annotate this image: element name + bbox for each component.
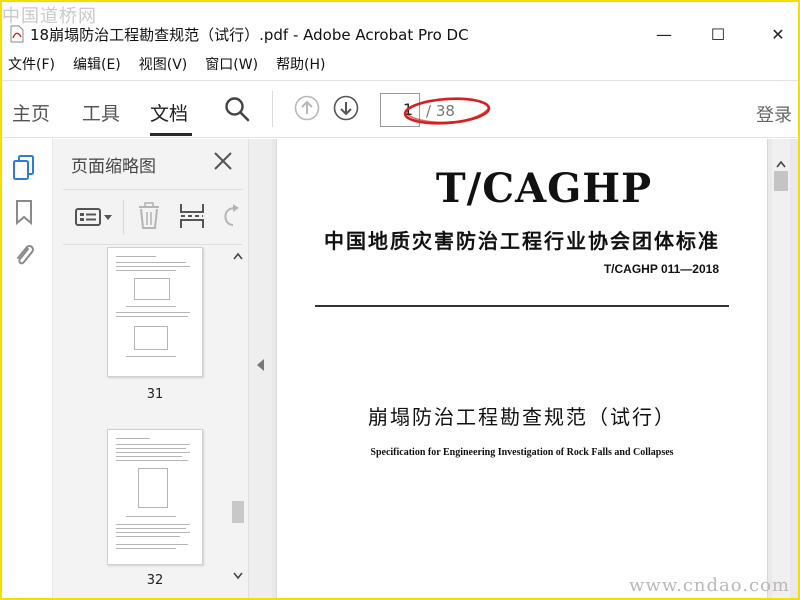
close-icon[interactable] bbox=[211, 149, 235, 173]
divider-rule bbox=[315, 305, 729, 307]
search-icon[interactable] bbox=[224, 96, 250, 122]
delete-page-icon[interactable] bbox=[137, 202, 161, 230]
panel-splitter[interactable] bbox=[248, 139, 272, 598]
menu-view[interactable]: 视图(V) bbox=[139, 54, 188, 74]
document-subtitle: Specification for Engineering Investigat… bbox=[370, 447, 674, 458]
page-thumbnail-31[interactable] bbox=[107, 247, 203, 377]
page-thumbnail-32[interactable] bbox=[107, 429, 203, 565]
acrobat-window: 中国道桥网 18崩塌防治工程勘查规范（试行）.pdf - Adobe Acrob… bbox=[2, 2, 798, 598]
menu-bar: 文件(F) 编辑(E) 视图(V) 窗口(W) 帮助(H) bbox=[2, 50, 798, 78]
menu-help[interactable]: 帮助(H) bbox=[276, 54, 325, 74]
thumbnail-page-number: 32 bbox=[146, 573, 164, 587]
tool-divider bbox=[123, 200, 124, 234]
login-button[interactable]: 登录 bbox=[756, 101, 792, 127]
menu-edit[interactable]: 编辑(E) bbox=[73, 54, 121, 74]
minimize-button[interactable]: — bbox=[652, 22, 676, 46]
menu-file[interactable]: 文件(F) bbox=[8, 54, 55, 74]
navigation-pane-strip bbox=[2, 139, 52, 598]
rotate-icon[interactable] bbox=[221, 204, 241, 228]
thumbnails-panel: 页面缩略图 31 32 bbox=[52, 139, 248, 598]
document-scrollbar[interactable] bbox=[772, 139, 790, 598]
pdf-file-icon bbox=[10, 25, 24, 43]
attachment-icon[interactable] bbox=[12, 241, 36, 269]
bookmark-icon[interactable] bbox=[14, 199, 34, 225]
standard-code: T/CAGHP bbox=[435, 165, 653, 212]
watermark-bottom: www.cndao.com bbox=[629, 575, 790, 596]
thumbnail-toolbar bbox=[63, 189, 243, 245]
thumbnail-page-number: 31 bbox=[146, 387, 164, 402]
next-page-icon[interactable] bbox=[333, 95, 359, 121]
tab-tools[interactable]: 工具 bbox=[82, 99, 120, 126]
maximize-button[interactable]: ☐ bbox=[706, 22, 730, 46]
panel-title: 页面缩略图 bbox=[71, 157, 156, 177]
tab-home[interactable]: 主页 bbox=[12, 99, 50, 126]
title-bar: 中国道桥网 18崩塌防治工程勘查规范（试行）.pdf - Adobe Acrob… bbox=[2, 2, 798, 50]
insert-page-icon[interactable] bbox=[179, 202, 205, 230]
organization-name: 中国地质灾害防治工程行业协会团体标准 bbox=[324, 229, 720, 253]
previous-page-icon[interactable] bbox=[294, 95, 320, 121]
close-window-button[interactable]: ✕ bbox=[766, 22, 790, 46]
document-page: T/CAGHP 中国地质灾害防治工程行业协会团体标准 T/CAGHP 011—2… bbox=[276, 139, 768, 598]
window-title: 18崩塌防治工程勘查规范（试行）.pdf - Adobe Acrobat Pro… bbox=[30, 26, 469, 44]
thumbnail-scrollbar[interactable] bbox=[231, 247, 245, 587]
standard-number: T/CAGHP 011—2018 bbox=[603, 262, 719, 276]
tab-document[interactable]: 文档 bbox=[150, 99, 188, 126]
collapse-panel-icon[interactable] bbox=[257, 359, 265, 371]
document-title: 崩塌防治工程勘查规范（试行） bbox=[368, 405, 676, 429]
document-view: T/CAGHP 中国地质灾害防治工程行业协会团体标准 T/CAGHP 011—2… bbox=[272, 139, 798, 598]
toolbar-divider bbox=[272, 91, 273, 127]
active-tab-indicator bbox=[150, 133, 192, 136]
page-thumbnails-icon[interactable] bbox=[11, 154, 37, 182]
menu-window[interactable]: 窗口(W) bbox=[205, 54, 258, 74]
annotation-oval bbox=[403, 97, 491, 125]
main-toolbar: 主页 工具 文档 1 / 38 登录 bbox=[2, 80, 798, 138]
thumbnail-list: 31 32 bbox=[67, 247, 239, 587]
options-menu-icon[interactable] bbox=[75, 206, 115, 228]
